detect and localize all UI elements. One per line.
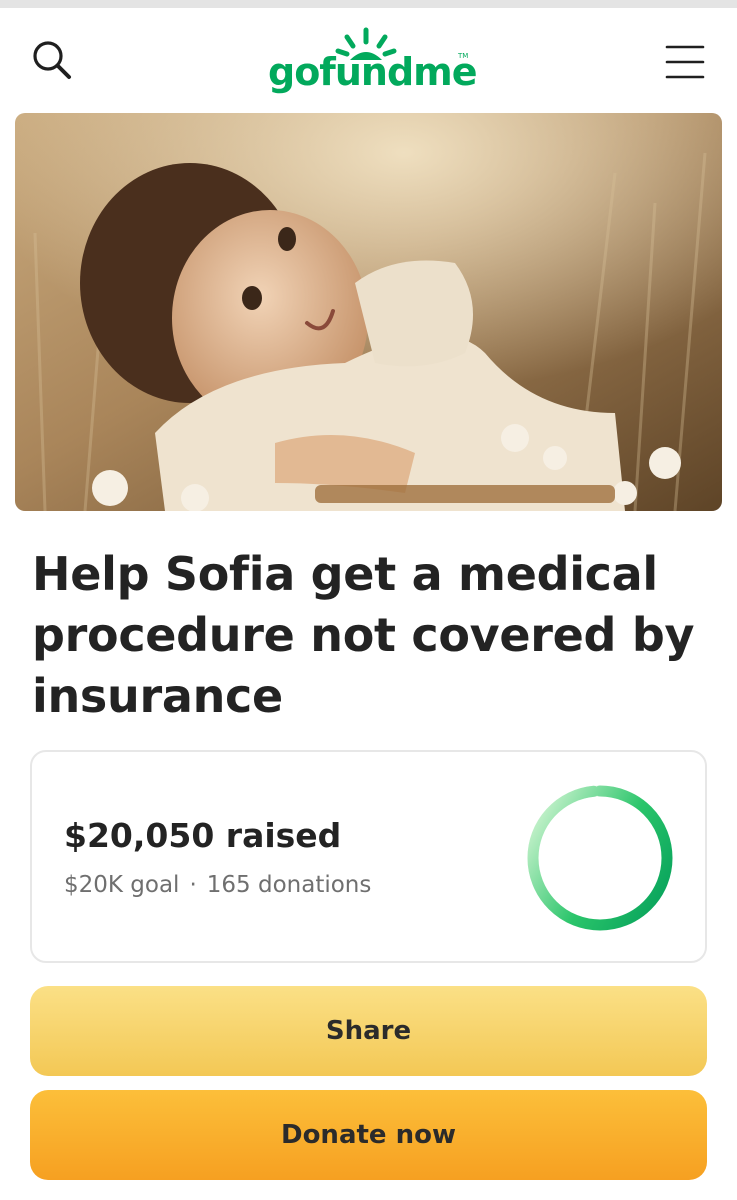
search-icon [33,41,71,79]
logo-trademark: TM [458,52,469,60]
site-header: gofundme TM [0,8,737,112]
logo-text: gofundme [268,50,478,94]
hamburger-menu-icon [665,45,705,79]
top-divider [0,0,737,8]
share-button[interactable]: Share [30,986,707,1076]
stats-separator: · [189,872,197,898]
amount-raised: $20,050 raised [64,816,342,855]
search-button[interactable] [28,36,76,84]
gofundme-logo[interactable]: gofundme TM [266,22,478,102]
donation-count: 165 donations [206,872,372,898]
progress-ring [527,785,673,931]
goal-and-donations: $20K goal · 165 donations [64,872,371,898]
fundraising-progress-card: $20,050 raised $20K goal · 165 donations [30,750,707,963]
campaign-hero-image[interactable] [15,113,722,511]
menu-button[interactable] [664,42,706,84]
campaign-title: Help Sofia get a medical procedure not c… [32,547,695,723]
goal-amount: $20K goal [64,872,180,898]
child-photo [15,113,722,511]
donate-now-button[interactable]: Donate now [30,1090,707,1180]
